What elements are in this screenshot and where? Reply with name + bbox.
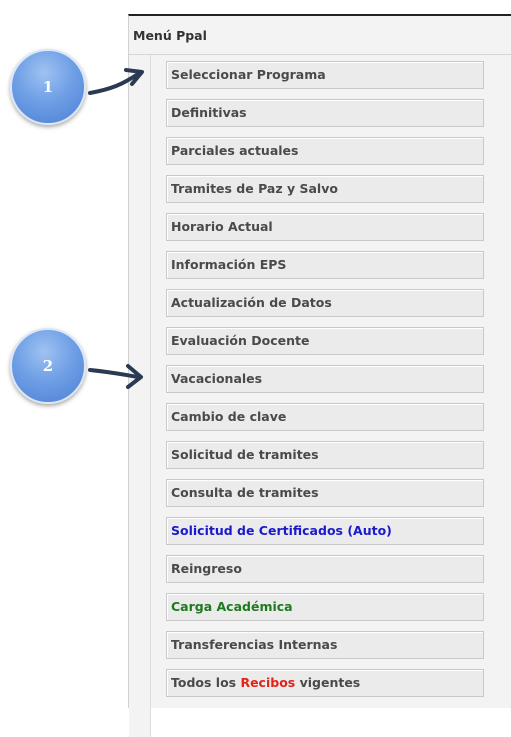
menu-item-reingreso[interactable]: Reingreso <box>166 555 484 583</box>
main-menu-panel: Menú Ppal Seleccionar Programa Definitiv… <box>128 14 511 737</box>
menu-title: Menú Ppal <box>129 16 511 55</box>
menu-item-todos-los-recibos[interactable]: Todos los Recibos vigentes <box>166 669 484 697</box>
menu-item-seleccionar-programa[interactable]: Seleccionar Programa <box>166 61 484 89</box>
recibos-label-suffix: vigentes <box>295 675 361 690</box>
recibos-label-highlight: Recibos <box>240 675 296 690</box>
menu-item-tramites-paz-y-salvo[interactable]: Tramites de Paz y Salvo <box>166 175 484 203</box>
menu-item-actualizacion-datos[interactable]: Actualización de Datos <box>166 289 484 317</box>
menu-item-consulta-tramites[interactable]: Consulta de tramites <box>166 479 484 507</box>
menu-item-definitivas[interactable]: Definitivas <box>166 99 484 127</box>
menu-item-parciales-actuales[interactable]: Parciales actuales <box>166 137 484 165</box>
menu-item-evaluacion-docente[interactable]: Evaluación Docente <box>166 327 484 355</box>
recibos-label-prefix: Todos los <box>171 675 241 690</box>
menu-item-cambio-clave[interactable]: Cambio de clave <box>166 403 484 431</box>
menu-item-solicitud-tramites[interactable]: Solicitud de tramites <box>166 441 484 469</box>
menu-item-carga-academica[interactable]: Carga Académica <box>166 593 484 621</box>
menu-list: Seleccionar Programa Definitivas Parcial… <box>129 55 511 737</box>
callout-badge-2: 2 <box>10 328 86 404</box>
callout-arrow-1-icon <box>88 68 144 95</box>
menu-item-informacion-eps[interactable]: Información EPS <box>166 251 484 279</box>
callout-badge-1: 1 <box>10 49 86 125</box>
menu-item-solicitud-certificados[interactable]: Solicitud de Certificados (Auto) <box>166 517 484 545</box>
callout-arrow-2-icon <box>88 364 143 389</box>
menu-item-horario-actual[interactable]: Horario Actual <box>166 213 484 241</box>
menu-item-transferencias-internas[interactable]: Transferencias Internas <box>166 631 484 659</box>
menu-item-vacacionales[interactable]: Vacacionales <box>166 365 484 393</box>
